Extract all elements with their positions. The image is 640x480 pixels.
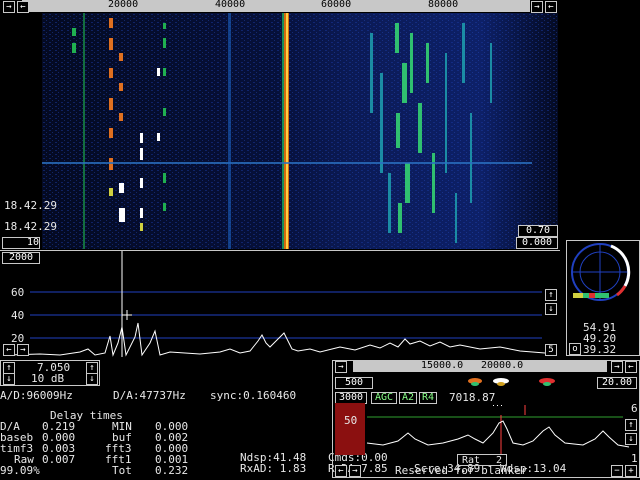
waterfall-move-left-icon[interactable]: ← (17, 1, 29, 13)
waterfall-move-right-icon[interactable]: → (3, 1, 15, 13)
waterfall-window: 20000 40000 60000 80000 → ← → ← 18.42.29… (0, 0, 560, 250)
baseband-frequency-scale[interactable]: 15000.0 20000.0 (353, 361, 607, 372)
bb-resize-right-icon[interactable]: → (611, 361, 623, 373)
waterfall-gain-bottom[interactable]: 0.000 (516, 237, 558, 249)
bb-gain-right[interactable]: 20.00 (597, 377, 637, 389)
y-label-60: 60 (11, 286, 25, 299)
spectrum-right-arrow-icon[interactable]: → (17, 344, 29, 356)
baseband-window: 15000.0 20000.0 → → ← 500 20.00 3000 AGC… (332, 360, 640, 478)
bb-frequency: 7018.87 (449, 391, 496, 404)
baseband-spectrum[interactable] (333, 403, 639, 455)
delay-c1: 99.09% (0, 464, 40, 477)
bb-right-bottom: 1 (631, 452, 638, 465)
y-label-20: 20 (11, 332, 25, 345)
bb-bottom-right-arrow-icon[interactable]: → (349, 465, 361, 477)
bb-resize-left-icon[interactable]: ← (625, 361, 637, 373)
polar-indicator[interactable]: o (569, 343, 581, 355)
bb-move-right-icon[interactable]: → (335, 361, 347, 373)
waterfall-frequency-scale[interactable]: 20000 40000 60000 80000 (22, 0, 530, 12)
delay-c2: Tot (112, 464, 132, 477)
spectrum-up-arrow-icon[interactable]: ↑ (545, 289, 557, 301)
level-controls: ↑ ↓ 7.050 10 dB ↑ ↓ (0, 360, 100, 386)
delay-v2: 0.232 (155, 464, 189, 477)
waterfall-resize-right-icon[interactable]: → (531, 1, 543, 13)
db-value: 10 dB (31, 372, 65, 385)
da-rate: D/A:47737Hz (113, 389, 186, 402)
delay-row: 99.09% Tot 0.232 (0, 465, 200, 476)
waterfall-resize-left-icon[interactable]: ← (545, 1, 557, 13)
sync-value: sync:0.160460 (210, 389, 297, 402)
db-down-icon[interactable]: ↓ (86, 373, 98, 385)
bb-right-top: 6 (631, 402, 638, 415)
waterfall-avg-count[interactable]: 10 (2, 237, 40, 249)
bb-scale-label-1: 15000.0 (421, 360, 464, 371)
timestamp-1: 18.42.29 (4, 199, 57, 212)
waterfall-gain-top[interactable]: 0.70 (518, 225, 558, 237)
level-down-icon[interactable]: ↓ (3, 373, 15, 385)
blanker-text: Reserved for blanker (395, 464, 528, 477)
polar-value-3: 39.32 (583, 343, 617, 356)
bb-level: 50 (344, 414, 358, 427)
bb-color-indicators (468, 378, 555, 386)
bb-up-arrow-icon[interactable]: ↑ (625, 419, 637, 431)
delay-table: D/A 0.219 MIN 0.000 baseb 0.000 buf 0.00… (0, 421, 200, 476)
spectrum-left-arrow-icon[interactable]: ← (3, 344, 15, 356)
spectrum-right-value[interactable]: 5 (545, 344, 557, 356)
spectrum-down-arrow-icon[interactable]: ↓ (545, 303, 557, 315)
bb-minus-button[interactable]: − (611, 465, 623, 477)
bb-down-arrow-icon[interactable]: ↓ (625, 433, 637, 445)
y-label-40: 40 (11, 309, 25, 322)
bb-bottom-left-arrow-icon[interactable]: ← (335, 465, 347, 477)
polarization-window: 54.91 49.20 o 39.32 (566, 240, 640, 356)
bb-scale-label-2: 20000.0 (481, 360, 524, 371)
ad-rate: A/D:96009Hz (0, 389, 73, 402)
timestamp-2: 18.42.29 (4, 220, 57, 233)
rxad-value: RxAD: 1.83 (240, 462, 307, 475)
spectrum-trace (7, 322, 546, 357)
delay-v1: 0.007 (42, 453, 76, 466)
scale-label-20000: 20000 (108, 0, 139, 10)
bb-plus-button[interactable]: + (625, 465, 637, 477)
scale-label-60000: 60000 (321, 0, 352, 10)
polarization-graph[interactable] (567, 241, 639, 303)
waterfall-display[interactable] (0, 13, 560, 249)
scale-label-80000: 80000 (428, 0, 459, 10)
bb-bandwidth-left[interactable]: 500 (335, 377, 373, 389)
spectrum-plot[interactable] (0, 251, 560, 359)
spectrum-window: 2000 60 40 20 ↑ ↓ 5 ← → (0, 250, 560, 359)
scale-label-40000: 40000 (215, 0, 246, 10)
